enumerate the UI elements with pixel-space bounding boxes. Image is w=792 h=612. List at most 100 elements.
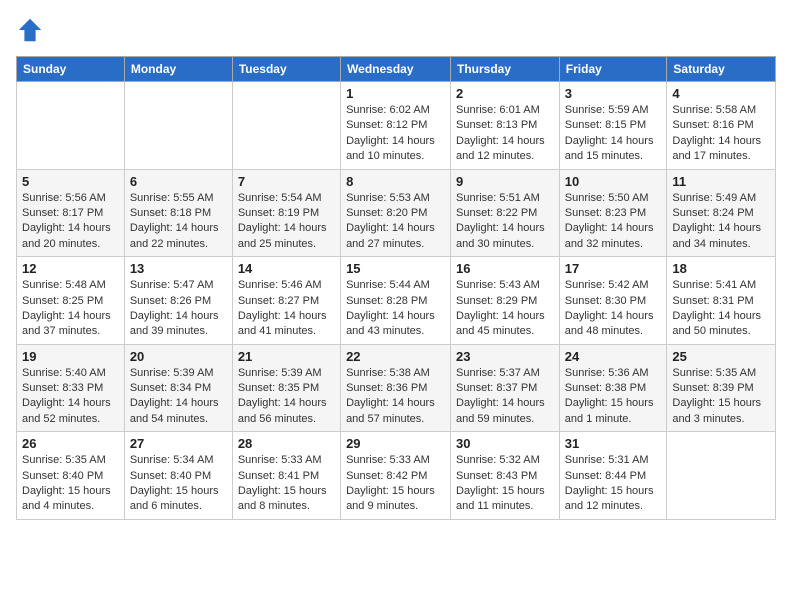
day-number: 16 (456, 261, 554, 276)
calendar-cell: 16 Sunrise: 5:43 AM Sunset: 8:29 PM Dayli… (451, 257, 560, 345)
calendar-cell: 23 Sunrise: 5:37 AM Sunset: 8:37 PM Dayli… (451, 344, 560, 432)
calendar-cell: 17 Sunrise: 5:42 AM Sunset: 8:30 PM Dayli… (559, 257, 667, 345)
calendar-cell: 13 Sunrise: 5:47 AM Sunset: 8:26 PM Dayli… (124, 257, 232, 345)
day-number: 5 (22, 174, 119, 189)
day-info: Sunrise: 5:41 AM Sunset: 8:31 PM Dayligh… (672, 278, 770, 340)
calendar-week-row: 12 Sunrise: 5:48 AM Sunset: 8:25 PM Dayli… (17, 257, 776, 345)
calendar-cell: 9Sunrise: 5:51 AM Sunset: 8:22 PM Daylig… (451, 169, 560, 257)
day-info: Sunrise: 6:02 AM Sunset: 8:12 PM Dayligh… (346, 103, 445, 165)
day-number: 28 (238, 436, 335, 451)
calendar-cell: 7 Sunrise: 5:54 AM Sunset: 8:19 PM Daylig… (232, 169, 340, 257)
calendar-cell: 19 Sunrise: 5:40 AM Sunset: 8:33 PM Dayli… (17, 344, 125, 432)
day-number: 31 (565, 436, 662, 451)
weekday-header: Sunday (17, 57, 125, 82)
day-info: Sunrise: 5:40 AM Sunset: 8:33 PM Dayligh… (22, 366, 119, 428)
day-number: 23 (456, 349, 554, 364)
day-number: 6 (130, 174, 227, 189)
day-info: Sunrise: 5:35 AM Sunset: 8:39 PM Dayligh… (672, 366, 770, 428)
day-number: 26 (22, 436, 119, 451)
day-info: Sunrise: 5:38 AM Sunset: 8:36 PM Dayligh… (346, 366, 445, 428)
day-info: Sunrise: 5:48 AM Sunset: 8:25 PM Dayligh… (22, 278, 119, 340)
day-info: Sunrise: 5:53 AM Sunset: 8:20 PM Dayligh… (346, 191, 445, 253)
day-info: Sunrise: 5:43 AM Sunset: 8:29 PM Dayligh… (456, 278, 554, 340)
weekday-header: Friday (559, 57, 667, 82)
calendar-table: SundayMondayTuesdayWednesdayThursdayFrid… (16, 56, 776, 520)
calendar-week-row: 19 Sunrise: 5:40 AM Sunset: 8:33 PM Dayli… (17, 344, 776, 432)
calendar-cell: 22 Sunrise: 5:38 AM Sunset: 8:36 PM Dayli… (341, 344, 451, 432)
day-number: 4 (672, 86, 770, 101)
day-info: Sunrise: 5:59 AM Sunset: 8:15 PM Dayligh… (565, 103, 662, 165)
day-number: 17 (565, 261, 662, 276)
calendar-cell: 3 Sunrise: 5:59 AM Sunset: 8:15 PM Daylig… (559, 82, 667, 170)
day-number: 22 (346, 349, 445, 364)
calendar-cell: 25 Sunrise: 5:35 AM Sunset: 8:39 PM Dayli… (667, 344, 776, 432)
day-number: 1 (346, 86, 445, 101)
calendar-cell: 8 Sunrise: 5:53 AM Sunset: 8:20 PM Daylig… (341, 169, 451, 257)
weekday-header: Wednesday (341, 57, 451, 82)
day-info: Sunrise: 5:54 AM Sunset: 8:19 PM Dayligh… (238, 191, 335, 253)
day-info: Sunrise: 5:32 AM Sunset: 8:43 PM Dayligh… (456, 453, 554, 515)
day-number: 12 (22, 261, 119, 276)
calendar-cell: 14 Sunrise: 5:46 AM Sunset: 8:27 PM Dayli… (232, 257, 340, 345)
day-number: 14 (238, 261, 335, 276)
calendar-cell: 30 Sunrise: 5:32 AM Sunset: 8:43 PM Dayli… (451, 432, 560, 520)
day-number: 21 (238, 349, 335, 364)
calendar-week-row: 5 Sunrise: 5:56 AM Sunset: 8:17 PM Daylig… (17, 169, 776, 257)
calendar-cell: 28 Sunrise: 5:33 AM Sunset: 8:41 PM Dayli… (232, 432, 340, 520)
calendar-cell (17, 82, 125, 170)
calendar-cell (124, 82, 232, 170)
day-number: 3 (565, 86, 662, 101)
day-number: 13 (130, 261, 227, 276)
day-info: Sunrise: 5:56 AM Sunset: 8:17 PM Dayligh… (22, 191, 119, 253)
day-number: 11 (672, 174, 770, 189)
calendar-cell: 4 Sunrise: 5:58 AM Sunset: 8:16 PM Daylig… (667, 82, 776, 170)
day-info: Sunrise: 5:33 AM Sunset: 8:41 PM Dayligh… (238, 453, 335, 515)
page-header (16, 16, 776, 44)
calendar-cell: 29 Sunrise: 5:33 AM Sunset: 8:42 PM Dayli… (341, 432, 451, 520)
day-info: Sunrise: 5:31 AM Sunset: 8:44 PM Dayligh… (565, 453, 662, 515)
calendar-week-row: 1 Sunrise: 6:02 AM Sunset: 8:12 PM Daylig… (17, 82, 776, 170)
calendar-cell: 12 Sunrise: 5:48 AM Sunset: 8:25 PM Dayli… (17, 257, 125, 345)
calendar-cell: 20Sunrise: 5:39 AM Sunset: 8:34 PM Dayli… (124, 344, 232, 432)
day-number: 25 (672, 349, 770, 364)
day-number: 2 (456, 86, 554, 101)
day-number: 30 (456, 436, 554, 451)
day-number: 8 (346, 174, 445, 189)
weekday-header: Monday (124, 57, 232, 82)
day-info: Sunrise: 5:47 AM Sunset: 8:26 PM Dayligh… (130, 278, 227, 340)
calendar-cell: 1 Sunrise: 6:02 AM Sunset: 8:12 PM Daylig… (341, 82, 451, 170)
day-number: 29 (346, 436, 445, 451)
day-info: Sunrise: 5:39 AM Sunset: 8:34 PM Dayligh… (130, 366, 227, 428)
day-info: Sunrise: 5:42 AM Sunset: 8:30 PM Dayligh… (565, 278, 662, 340)
day-info: Sunrise: 5:39 AM Sunset: 8:35 PM Dayligh… (238, 366, 335, 428)
day-info: Sunrise: 5:35 AM Sunset: 8:40 PM Dayligh… (22, 453, 119, 515)
day-number: 15 (346, 261, 445, 276)
calendar-cell: 18 Sunrise: 5:41 AM Sunset: 8:31 PM Dayli… (667, 257, 776, 345)
calendar-cell: 2Sunrise: 6:01 AM Sunset: 8:13 PM Daylig… (451, 82, 560, 170)
calendar-cell: 24Sunrise: 5:36 AM Sunset: 8:38 PM Dayli… (559, 344, 667, 432)
day-info: Sunrise: 5:58 AM Sunset: 8:16 PM Dayligh… (672, 103, 770, 165)
day-info: Sunrise: 5:46 AM Sunset: 8:27 PM Dayligh… (238, 278, 335, 340)
day-info: Sunrise: 5:49 AM Sunset: 8:24 PM Dayligh… (672, 191, 770, 253)
calendar-cell: 27 Sunrise: 5:34 AM Sunset: 8:40 PM Dayli… (124, 432, 232, 520)
calendar-cell: 6Sunrise: 5:55 AM Sunset: 8:18 PM Daylig… (124, 169, 232, 257)
day-number: 19 (22, 349, 119, 364)
day-info: Sunrise: 5:44 AM Sunset: 8:28 PM Dayligh… (346, 278, 445, 340)
calendar-cell: 11 Sunrise: 5:49 AM Sunset: 8:24 PM Dayli… (667, 169, 776, 257)
day-info: Sunrise: 5:37 AM Sunset: 8:37 PM Dayligh… (456, 366, 554, 428)
calendar-cell: 10Sunrise: 5:50 AM Sunset: 8:23 PM Dayli… (559, 169, 667, 257)
day-number: 27 (130, 436, 227, 451)
day-number: 7 (238, 174, 335, 189)
calendar-cell (667, 432, 776, 520)
logo (16, 16, 48, 44)
day-number: 9 (456, 174, 554, 189)
calendar-cell: 21 Sunrise: 5:39 AM Sunset: 8:35 PM Dayli… (232, 344, 340, 432)
day-number: 24 (565, 349, 662, 364)
day-info: Sunrise: 5:33 AM Sunset: 8:42 PM Dayligh… (346, 453, 445, 515)
logo-icon (16, 16, 44, 44)
day-info: Sunrise: 5:34 AM Sunset: 8:40 PM Dayligh… (130, 453, 227, 515)
day-number: 18 (672, 261, 770, 276)
weekday-header: Thursday (451, 57, 560, 82)
calendar-cell (232, 82, 340, 170)
weekday-header: Saturday (667, 57, 776, 82)
